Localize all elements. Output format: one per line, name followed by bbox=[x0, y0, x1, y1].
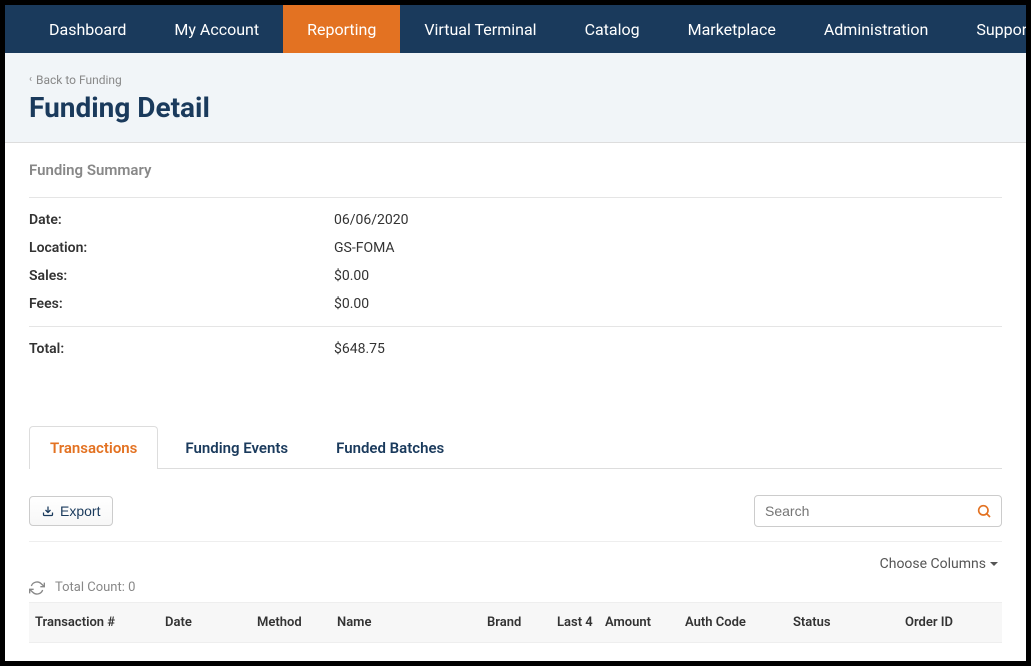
col-date[interactable]: Date bbox=[159, 603, 251, 642]
col-brand[interactable]: Brand bbox=[481, 603, 551, 642]
summary-row-total: Total: $648.75 bbox=[29, 335, 1002, 363]
nav-my-account[interactable]: My Account bbox=[150, 5, 283, 53]
export-button[interactable]: Export bbox=[29, 496, 113, 526]
chevron-left-icon: ‹ bbox=[29, 74, 32, 85]
nav-catalog[interactable]: Catalog bbox=[561, 5, 664, 53]
summary-value: GS-FOMA bbox=[334, 240, 1002, 256]
page-title: Funding Detail bbox=[29, 91, 1002, 124]
nav-dashboard[interactable]: Dashboard bbox=[25, 5, 150, 53]
main-nav: Dashboard My Account Reporting Virtual T… bbox=[5, 5, 1026, 53]
col-method[interactable]: Method bbox=[251, 603, 331, 642]
toolbar: Export bbox=[29, 495, 1002, 542]
col-last4[interactable]: Last 4 bbox=[551, 603, 599, 642]
choose-columns-dropdown[interactable]: Choose Columns bbox=[880, 556, 998, 572]
nav-support[interactable]: Support bbox=[952, 5, 1026, 53]
tab-funding-events[interactable]: Funding Events bbox=[164, 426, 309, 469]
tab-funded-batches[interactable]: Funded Batches bbox=[315, 426, 465, 469]
count-row: Total Count: 0 bbox=[29, 580, 1002, 596]
funding-summary-title: Funding Summary bbox=[29, 161, 1002, 179]
summary-value: $0.00 bbox=[334, 296, 1002, 312]
divider bbox=[29, 326, 1002, 327]
col-auth-code[interactable]: Auth Code bbox=[679, 603, 787, 642]
nav-reporting[interactable]: Reporting bbox=[283, 5, 400, 53]
summary-row-sales: Sales: $0.00 bbox=[29, 262, 1002, 290]
back-to-funding-link[interactable]: ‹ Back to Funding bbox=[29, 73, 122, 87]
summary-value: $0.00 bbox=[334, 268, 1002, 284]
summary-row-date: Date: 06/06/2020 bbox=[29, 206, 1002, 234]
search-icon[interactable] bbox=[976, 503, 992, 519]
summary-value: 06/06/2020 bbox=[334, 212, 1002, 228]
col-order-id[interactable]: Order ID bbox=[899, 603, 989, 642]
nav-virtual-terminal[interactable]: Virtual Terminal bbox=[400, 5, 560, 53]
tabs: Transactions Funding Events Funded Batch… bbox=[29, 425, 1002, 469]
search-input[interactable] bbox=[754, 495, 1002, 527]
summary-label: Sales: bbox=[29, 268, 334, 284]
search-wrap bbox=[754, 495, 1002, 527]
tab-transactions[interactable]: Transactions bbox=[29, 426, 158, 469]
caret-down-icon bbox=[990, 562, 998, 566]
choose-columns-label: Choose Columns bbox=[880, 556, 986, 572]
nav-administration[interactable]: Administration bbox=[800, 5, 953, 53]
summary-label: Total: bbox=[29, 341, 334, 357]
col-amount[interactable]: Amount bbox=[599, 603, 679, 642]
divider bbox=[29, 197, 1002, 198]
refresh-icon[interactable] bbox=[29, 580, 45, 596]
summary-label: Location: bbox=[29, 240, 334, 256]
summary-label: Fees: bbox=[29, 296, 334, 312]
columns-row: Choose Columns bbox=[29, 556, 1002, 572]
page-header: ‹ Back to Funding Funding Detail bbox=[5, 53, 1026, 143]
summary-row-fees: Fees: $0.00 bbox=[29, 290, 1002, 318]
col-name[interactable]: Name bbox=[331, 603, 481, 642]
content: Funding Summary Date: 06/06/2020 Locatio… bbox=[5, 143, 1026, 661]
col-transaction[interactable]: Transaction # bbox=[29, 603, 159, 642]
export-label: Export bbox=[60, 503, 100, 519]
table-header: Transaction # Date Method Name Brand Las… bbox=[29, 602, 1002, 643]
total-count-label: Total Count: 0 bbox=[55, 580, 135, 595]
summary-label: Date: bbox=[29, 212, 334, 228]
col-status[interactable]: Status bbox=[787, 603, 899, 642]
nav-marketplace[interactable]: Marketplace bbox=[664, 5, 800, 53]
summary-value: $648.75 bbox=[334, 341, 1002, 357]
download-icon bbox=[42, 505, 54, 517]
summary-row-location: Location: GS-FOMA bbox=[29, 234, 1002, 262]
back-link-label: Back to Funding bbox=[36, 73, 122, 87]
